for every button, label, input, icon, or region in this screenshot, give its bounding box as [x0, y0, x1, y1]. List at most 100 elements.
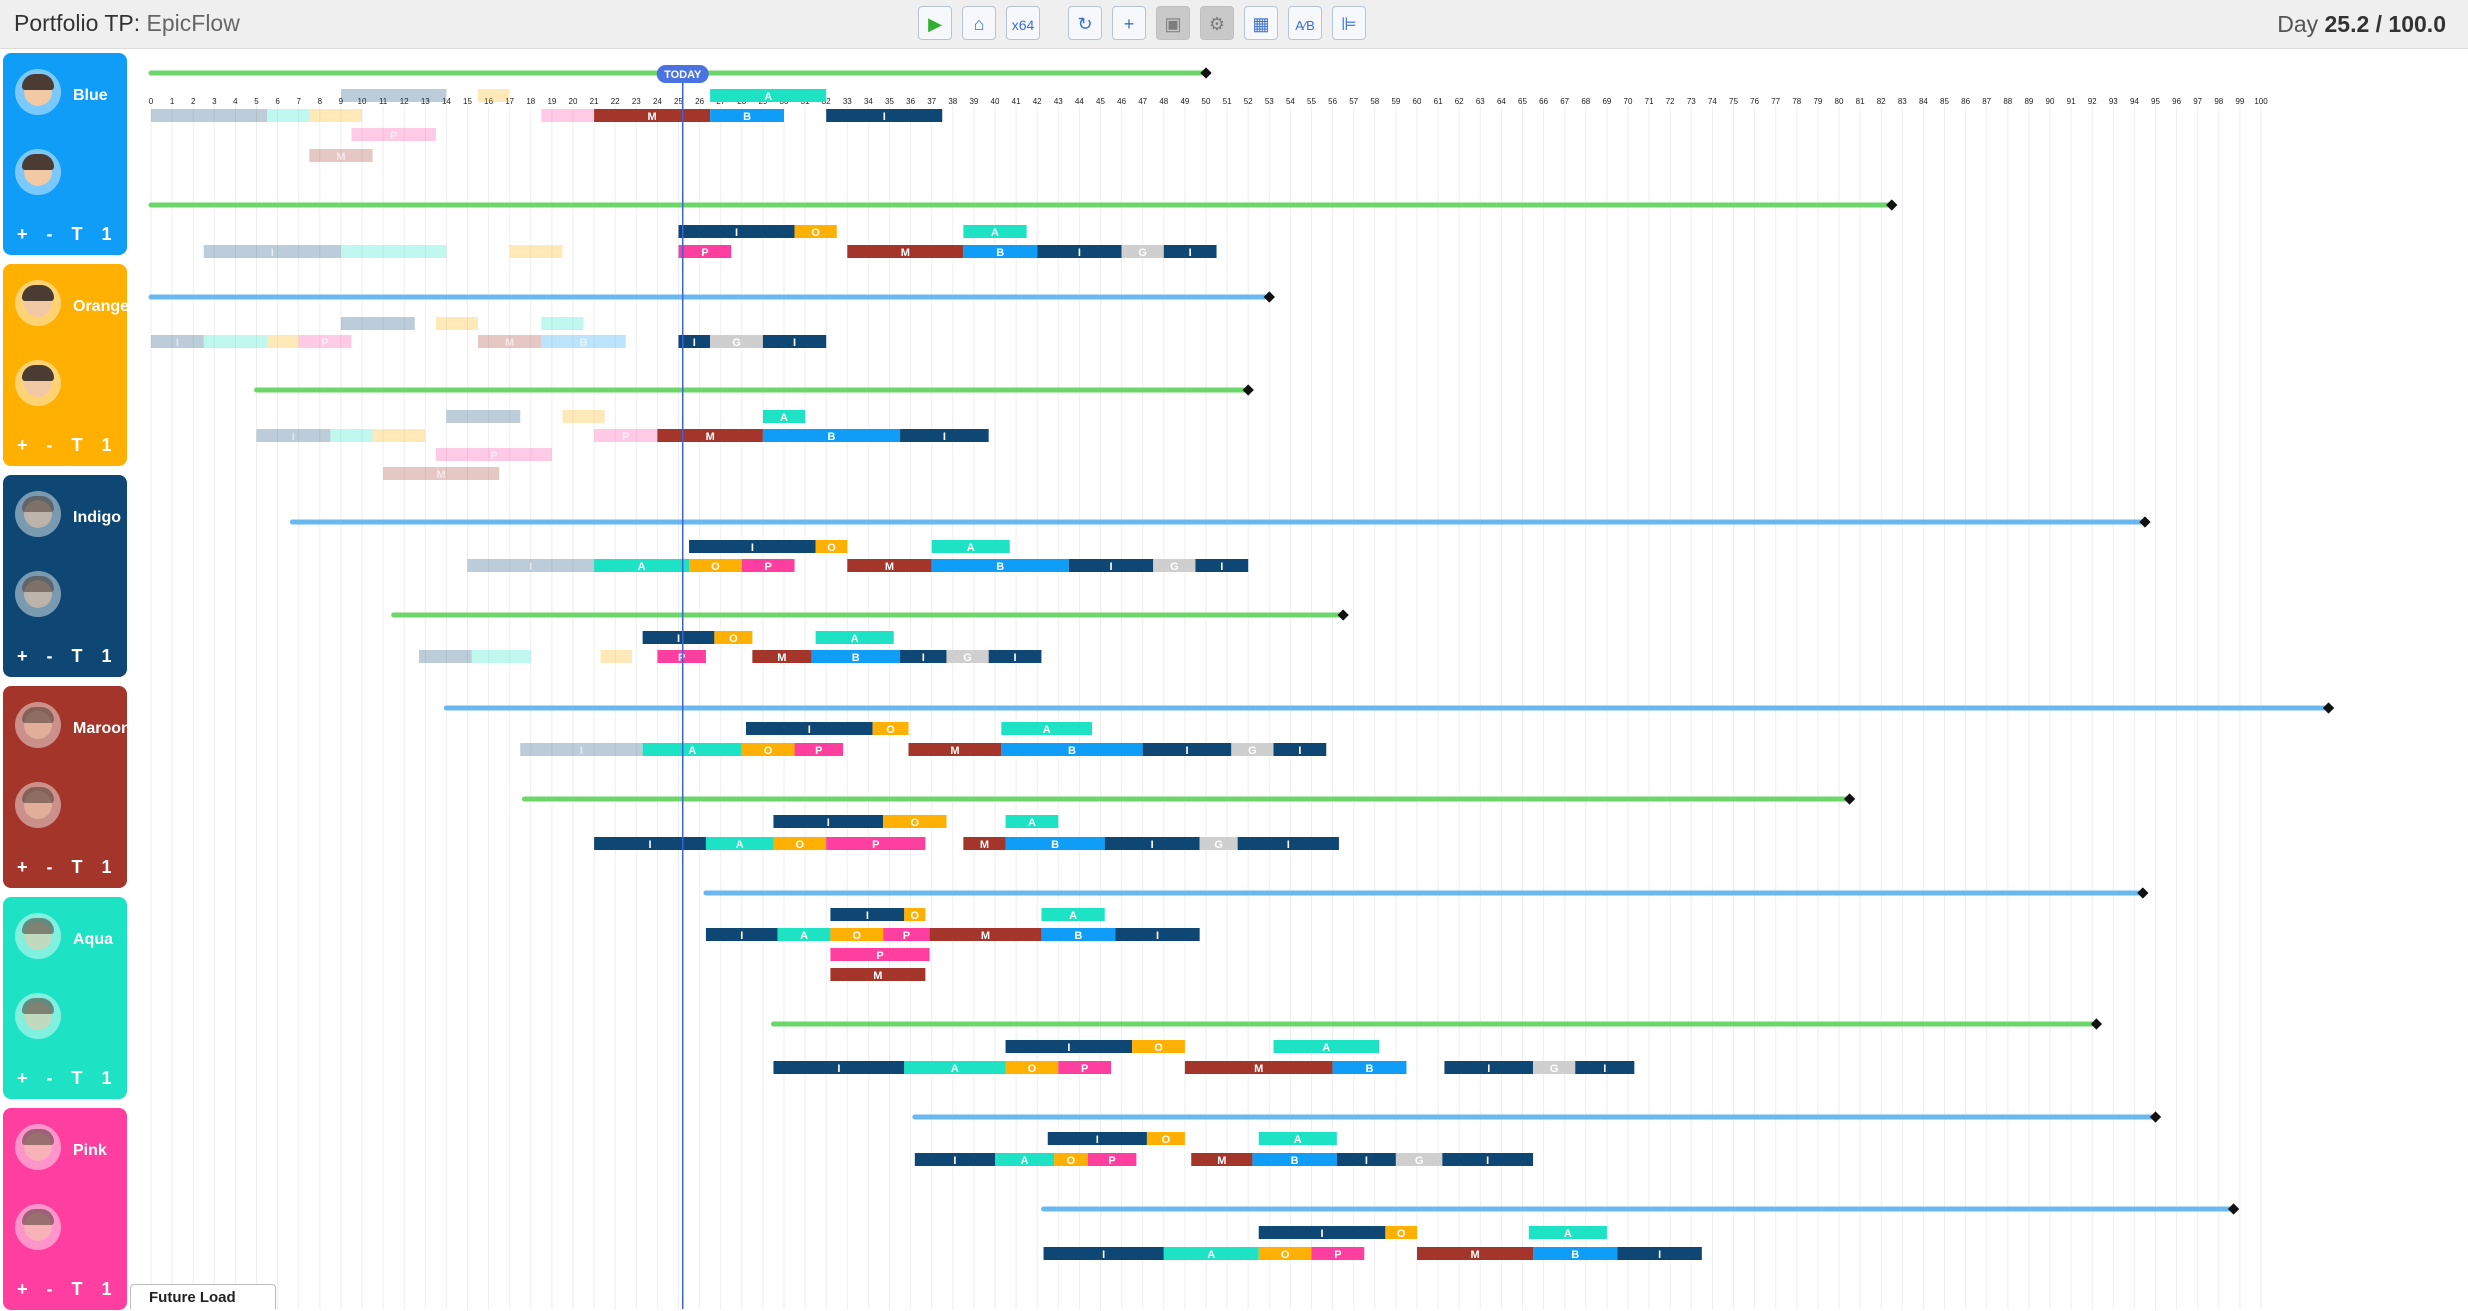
team-controls[interactable]: + - T 1 — [17, 1279, 112, 1300]
align-button[interactable]: ⊫ — [1332, 6, 1366, 40]
avatar[interactable] — [15, 1204, 61, 1250]
avatar[interactable] — [15, 1124, 61, 1170]
task-label: I — [1287, 839, 1290, 851]
task-label: M — [980, 839, 989, 851]
task-label: A — [780, 412, 788, 424]
task-label: I — [953, 1155, 956, 1167]
tick-label: 67 — [1560, 97, 1569, 106]
task-label: I — [1486, 1155, 1489, 1167]
task-label: I — [837, 1063, 840, 1075]
tick-label: 76 — [1750, 97, 1759, 106]
task-label: O — [911, 817, 920, 829]
task-label: O — [729, 633, 738, 645]
avatar[interactable] — [15, 913, 61, 959]
task-label: A — [638, 561, 646, 573]
tick-label: 2 — [191, 97, 196, 106]
tick-label: 56 — [1328, 97, 1337, 106]
task-bar — [267, 335, 299, 348]
team-controls[interactable]: + - T 1 — [17, 1068, 112, 1089]
tick-label: 94 — [2130, 97, 2139, 106]
task-label: A — [851, 633, 859, 645]
avatar[interactable] — [15, 782, 61, 828]
deadline-marker — [1886, 199, 1898, 211]
settings-button[interactable]: ⚙ — [1200, 6, 1234, 40]
task-bar — [435, 317, 479, 330]
team-panel-pink[interactable]: Pink + - T 1 — [3, 1108, 127, 1310]
tick-label: 80 — [1835, 97, 1844, 106]
tick-label: 54 — [1286, 97, 1295, 106]
tick-label: 71 — [1645, 97, 1654, 106]
task-label: I — [1220, 561, 1223, 573]
tick-label: 53 — [1265, 97, 1274, 106]
team-controls[interactable]: + - T 1 — [17, 435, 112, 456]
future-load-tab[interactable]: Future Load — [130, 1284, 276, 1309]
avatar[interactable] — [15, 69, 61, 115]
task-label: M — [1470, 1249, 1479, 1261]
task-bar — [418, 650, 472, 663]
tick-label: 0 — [149, 97, 154, 106]
task-label: I — [292, 431, 295, 443]
ab-button[interactable]: A⁄B — [1288, 6, 1322, 40]
tick-label: 19 — [547, 97, 556, 106]
team-name: Pink — [73, 1142, 107, 1159]
deadline-marker — [1843, 793, 1856, 805]
add-button[interactable]: + — [1112, 6, 1146, 40]
table-icon: ▦ — [1252, 14, 1270, 34]
team-panel-blue[interactable]: Blue + - T 1 — [3, 53, 127, 255]
tick-label: 34 — [864, 97, 873, 106]
task-label: I — [1067, 1042, 1070, 1054]
hair-icon — [22, 918, 54, 934]
tick-label: 15 — [463, 97, 472, 106]
team-panel-maroon[interactable]: Maroon + - T 1 — [3, 686, 131, 888]
avatar[interactable] — [15, 360, 61, 406]
avatar[interactable] — [15, 491, 61, 537]
ab-icon: A⁄B — [1295, 18, 1315, 33]
tick-label: 39 — [969, 97, 978, 106]
task-label: P — [678, 652, 685, 664]
tick-label: 22 — [611, 97, 620, 106]
tick-label: 100 — [2254, 97, 2268, 106]
avatar[interactable] — [15, 571, 61, 617]
task-label: I — [1321, 1228, 1324, 1240]
avatar[interactable] — [15, 149, 61, 195]
top-bar: Portfolio TP: EpicFlow ▶ ⌂ x64 ↻ + ▣ ⚙ ▦ A⁄B ⊫ Da… — [0, 0, 2468, 49]
reset-button[interactable]: ↻ — [1068, 6, 1102, 40]
team-panel-orange[interactable]: Orange + - T 1 — [3, 264, 130, 466]
team-panel-aqua[interactable]: Aqua + - T 1 — [3, 897, 127, 1099]
task-label: A — [1294, 1134, 1302, 1146]
task-bar — [267, 109, 310, 122]
task-label: I — [1078, 247, 1081, 259]
hair-icon — [22, 154, 54, 170]
team-name: Orange — [73, 298, 130, 315]
tick-label: 46 — [1117, 97, 1126, 106]
save-button[interactable]: ▣ — [1156, 6, 1190, 40]
team-panel-indigo[interactable]: Indigo + - T 1 — [3, 475, 127, 677]
task-label: G — [1248, 745, 1257, 757]
avatar[interactable] — [15, 702, 61, 748]
task-label: I — [1156, 930, 1159, 942]
task-label: A — [800, 930, 808, 942]
team-controls[interactable]: + - T 1 — [17, 646, 112, 667]
play-button[interactable]: ▶ — [918, 6, 952, 40]
team-controls[interactable]: + - T 1 — [17, 224, 112, 245]
tick-label: 59 — [1391, 97, 1400, 106]
task-label: I — [943, 431, 946, 443]
task-label: A — [1207, 1249, 1215, 1261]
home-button[interactable]: ⌂ — [962, 6, 996, 40]
team-controls[interactable]: + - T 1 — [17, 857, 112, 878]
tick-label: 86 — [1961, 97, 1970, 106]
tick-label: 52 — [1244, 97, 1253, 106]
speed-button[interactable]: x64 — [1006, 6, 1040, 40]
tick-label: 81 — [1856, 97, 1865, 106]
tick-label: 33 — [843, 97, 852, 106]
task-label: P — [876, 950, 883, 962]
tick-label: 8 — [318, 97, 323, 106]
tick-label: 18 — [526, 97, 535, 106]
tick-label: 66 — [1539, 97, 1548, 106]
table-button[interactable]: ▦ — [1244, 6, 1278, 40]
avatar[interactable] — [15, 993, 61, 1039]
task-label: B — [852, 652, 860, 664]
tick-label: 47 — [1138, 97, 1147, 106]
avatar[interactable] — [15, 280, 61, 326]
hair-icon — [22, 74, 54, 90]
